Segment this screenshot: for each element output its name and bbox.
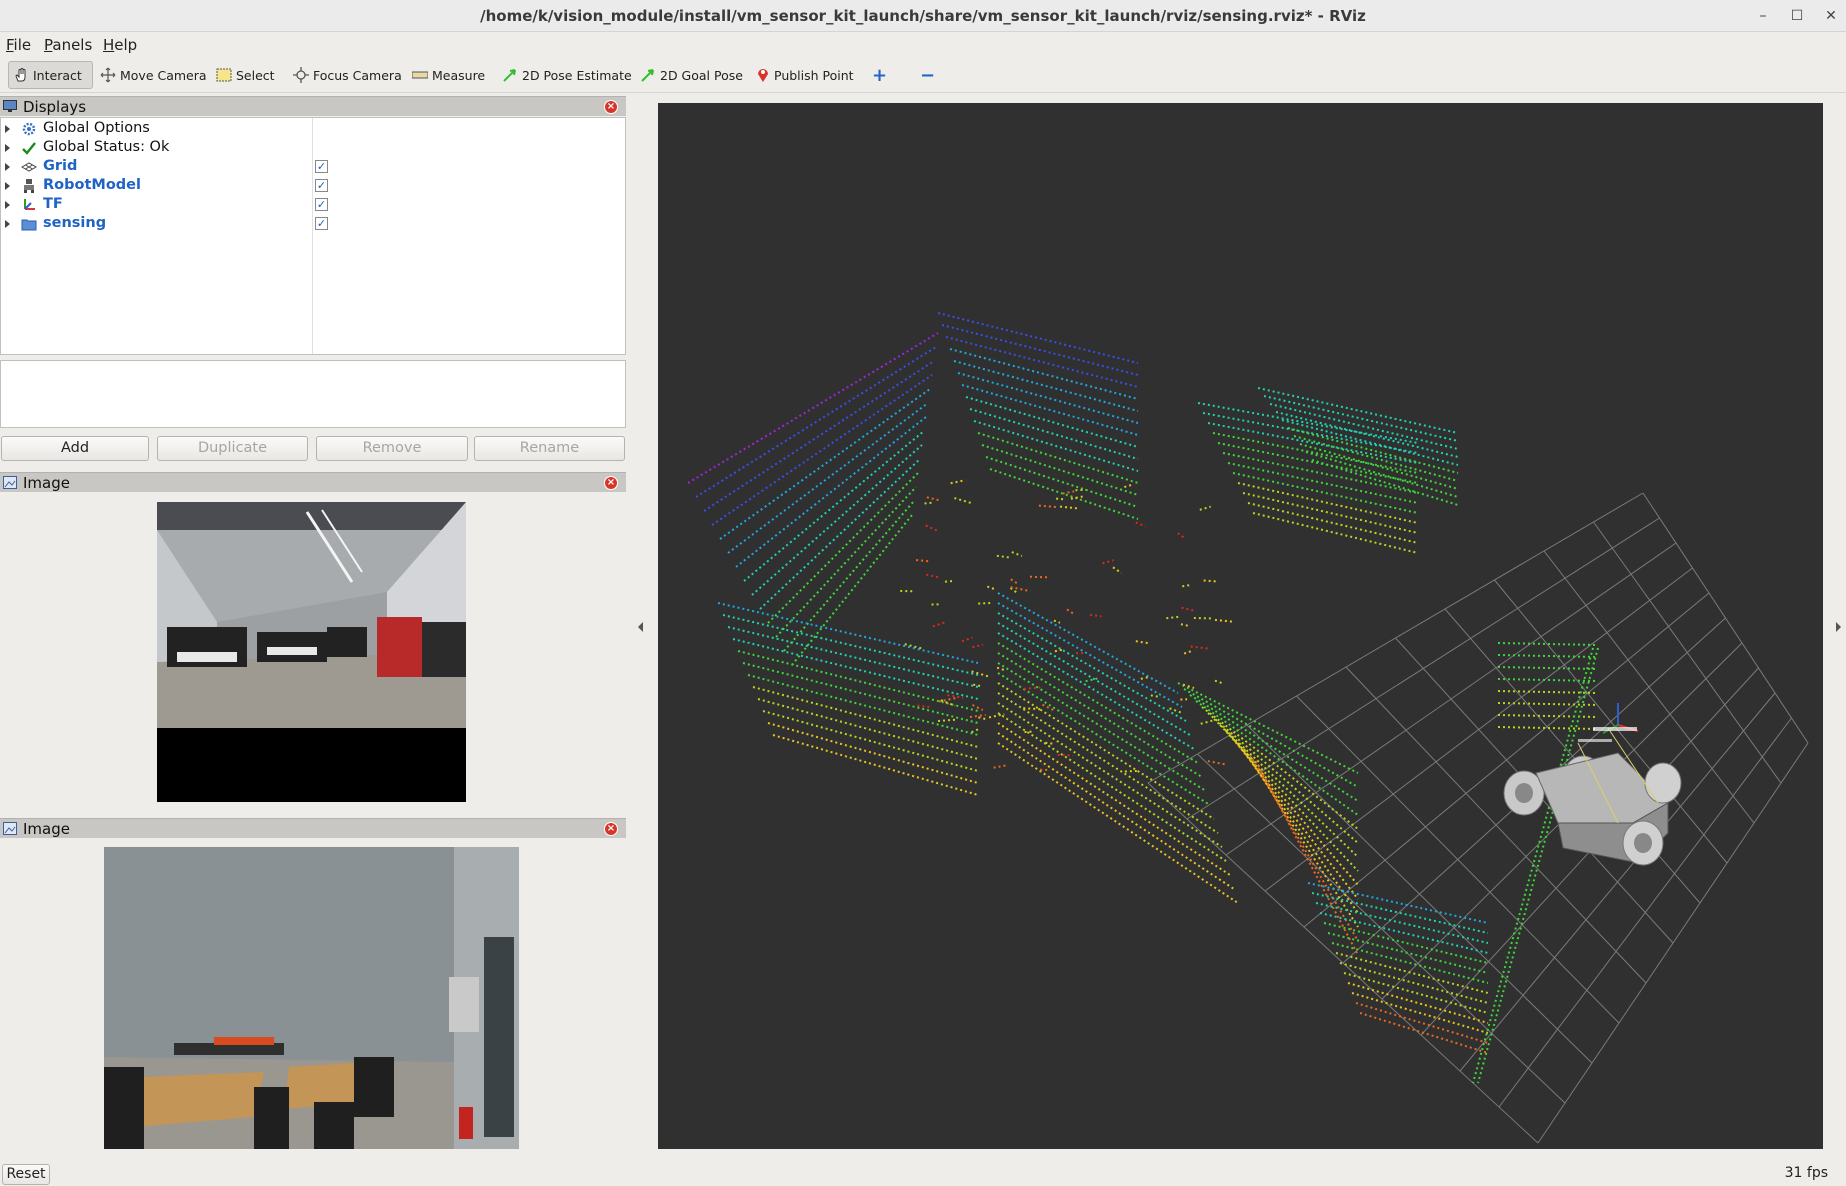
axes-icon: [24, 199, 35, 210]
fps-readout: 31 fps: [1784, 1165, 1828, 1181]
window-title: /home/k/vision_module/install/vm_sensor_…: [480, 7, 1366, 25]
tf-enabled-checkbox[interactable]: ✓: [315, 198, 328, 211]
duplicate-display-button[interactable]: Duplicate: [157, 436, 308, 461]
tree-item-grid[interactable]: Grid ✓: [1, 158, 627, 177]
image-icon: [3, 476, 17, 489]
close-window-button[interactable]: ✕: [1820, 5, 1842, 27]
display-description-box: [0, 360, 626, 428]
move-camera-icon: [100, 67, 116, 83]
rviz-window: /home/k/vision_module/install/vm_sensor_…: [0, 0, 1846, 1186]
image-panel-2-header: Image ×: [0, 818, 626, 838]
monitor-icon: [3, 100, 17, 112]
displays-panel-close-button[interactable]: ×: [604, 100, 618, 114]
tree-item-label: TF: [43, 196, 63, 212]
focus-camera-icon: [293, 67, 309, 83]
rename-display-button[interactable]: Rename: [474, 436, 625, 461]
hand-icon: [15, 68, 26, 82]
expand-arrow-icon[interactable]: [5, 220, 10, 228]
toolbar: Interact Move Camera Select Focus Camera…: [0, 57, 1846, 93]
gear-icon: [22, 122, 36, 136]
tool-publish-point-label: Publish Point: [774, 67, 854, 83]
grid-enabled-checkbox[interactable]: ✓: [315, 160, 328, 173]
green-arrow-icon: [641, 69, 654, 82]
robot-model: [1503, 703, 1682, 866]
3d-render-view[interactable]: [658, 103, 1823, 1149]
image-panel-1-view: [0, 493, 626, 811]
folder-icon: [21, 219, 37, 231]
ground-grid: [1147, 492, 1809, 1144]
add-display-button[interactable]: Add: [1, 436, 149, 461]
tool-2d-goal-pose[interactable]: 2D Goal Pose: [636, 61, 747, 89]
add-tool-button[interactable]: +: [868, 61, 891, 89]
tool-focus-camera-label: Focus Camera: [313, 67, 402, 83]
camera-image-front: [157, 502, 466, 802]
grid-icon: [21, 162, 37, 172]
tree-item-robotmodel[interactable]: RobotModel ✓: [1, 177, 627, 196]
displays-panel-title: Displays: [23, 97, 87, 116]
tool-publish-point[interactable]: Publish Point: [752, 61, 858, 89]
tool-focus-camera[interactable]: Focus Camera: [289, 61, 406, 89]
reset-button[interactable]: Reset: [2, 1164, 50, 1185]
tool-select[interactable]: Select: [212, 61, 279, 89]
tool-2d-goal-pose-label: 2D Goal Pose: [660, 67, 743, 83]
tool-move-camera-label: Move Camera: [120, 67, 207, 83]
menu-file[interactable]: File: [6, 36, 31, 54]
image-icon: [3, 822, 17, 835]
expand-arrow-icon[interactable]: [5, 201, 10, 209]
tree-item-label: RobotModel: [43, 177, 141, 193]
camera-image-side: [104, 847, 519, 1149]
image-panel-1-title: Image: [23, 473, 70, 492]
green-arrow-icon: [503, 69, 516, 82]
image-panel-2-view: [0, 839, 626, 1159]
tool-select-label: Select: [236, 67, 275, 83]
title-bar: /home/k/vision_module/install/vm_sensor_…: [0, 0, 1846, 32]
expand-arrow-icon[interactable]: [5, 125, 10, 133]
minimize-button[interactable]: –: [1752, 5, 1774, 27]
expand-arrow-icon[interactable]: [5, 163, 10, 171]
robot-icon: [24, 179, 34, 193]
map-pin-icon: [758, 69, 768, 82]
ruler-icon: [412, 71, 428, 79]
select-box-icon: [216, 68, 232, 82]
expand-arrow-icon[interactable]: [5, 144, 10, 152]
tool-measure-label: Measure: [432, 67, 486, 83]
robotmodel-enabled-checkbox[interactable]: ✓: [315, 179, 328, 192]
collapse-right-arrow-icon[interactable]: [1836, 622, 1841, 632]
image-panel-1-header: Image ×: [0, 472, 626, 492]
tool-2d-pose-estimate[interactable]: 2D Pose Estimate: [498, 61, 636, 89]
image-panel-1-close-button[interactable]: ×: [604, 476, 618, 490]
tool-move-camera[interactable]: Move Camera: [96, 61, 211, 89]
collapse-left-arrow-icon[interactable]: [638, 622, 643, 632]
tool-2d-pose-estimate-label: 2D Pose Estimate: [522, 67, 632, 83]
sensing-enabled-checkbox[interactable]: ✓: [315, 217, 328, 230]
tree-item-global-options[interactable]: Global Options: [1, 120, 627, 139]
menu-bar: File Panels Help: [0, 32, 1846, 57]
tree-item-sensing[interactable]: sensing ✓: [1, 215, 627, 234]
tree-item-tf[interactable]: TF ✓: [1, 196, 627, 215]
menu-panels[interactable]: Panels: [44, 36, 92, 54]
image-panel-2-close-button[interactable]: ×: [604, 822, 618, 836]
remove-display-button[interactable]: Remove: [316, 436, 468, 461]
status-bar: Reset 31 fps: [0, 1162, 1846, 1186]
tree-item-label: Global Status: Ok: [43, 139, 170, 155]
lidar-point-cloud: [687, 312, 1599, 1084]
displays-panel-header: Displays ×: [0, 96, 626, 116]
tree-item-label: Grid: [43, 158, 78, 174]
checkmark-icon: [22, 142, 36, 155]
tool-interact-label: Interact: [33, 67, 82, 83]
tree-item-label: sensing: [43, 215, 107, 231]
maximize-button[interactable]: ☐: [1786, 5, 1808, 27]
displays-tree[interactable]: Global Options Global Status: Ok Grid ✓ …: [0, 117, 626, 355]
menu-help[interactable]: Help: [103, 36, 137, 54]
tree-item-label: Global Options: [43, 120, 150, 136]
tool-interact[interactable]: Interact: [8, 61, 93, 89]
image-panel-2-title: Image: [23, 819, 70, 838]
remove-tool-button[interactable]: −: [916, 61, 939, 89]
tree-item-global-status[interactable]: Global Status: Ok: [1, 139, 627, 158]
tool-measure[interactable]: Measure: [408, 61, 489, 89]
expand-arrow-icon[interactable]: [5, 182, 10, 190]
